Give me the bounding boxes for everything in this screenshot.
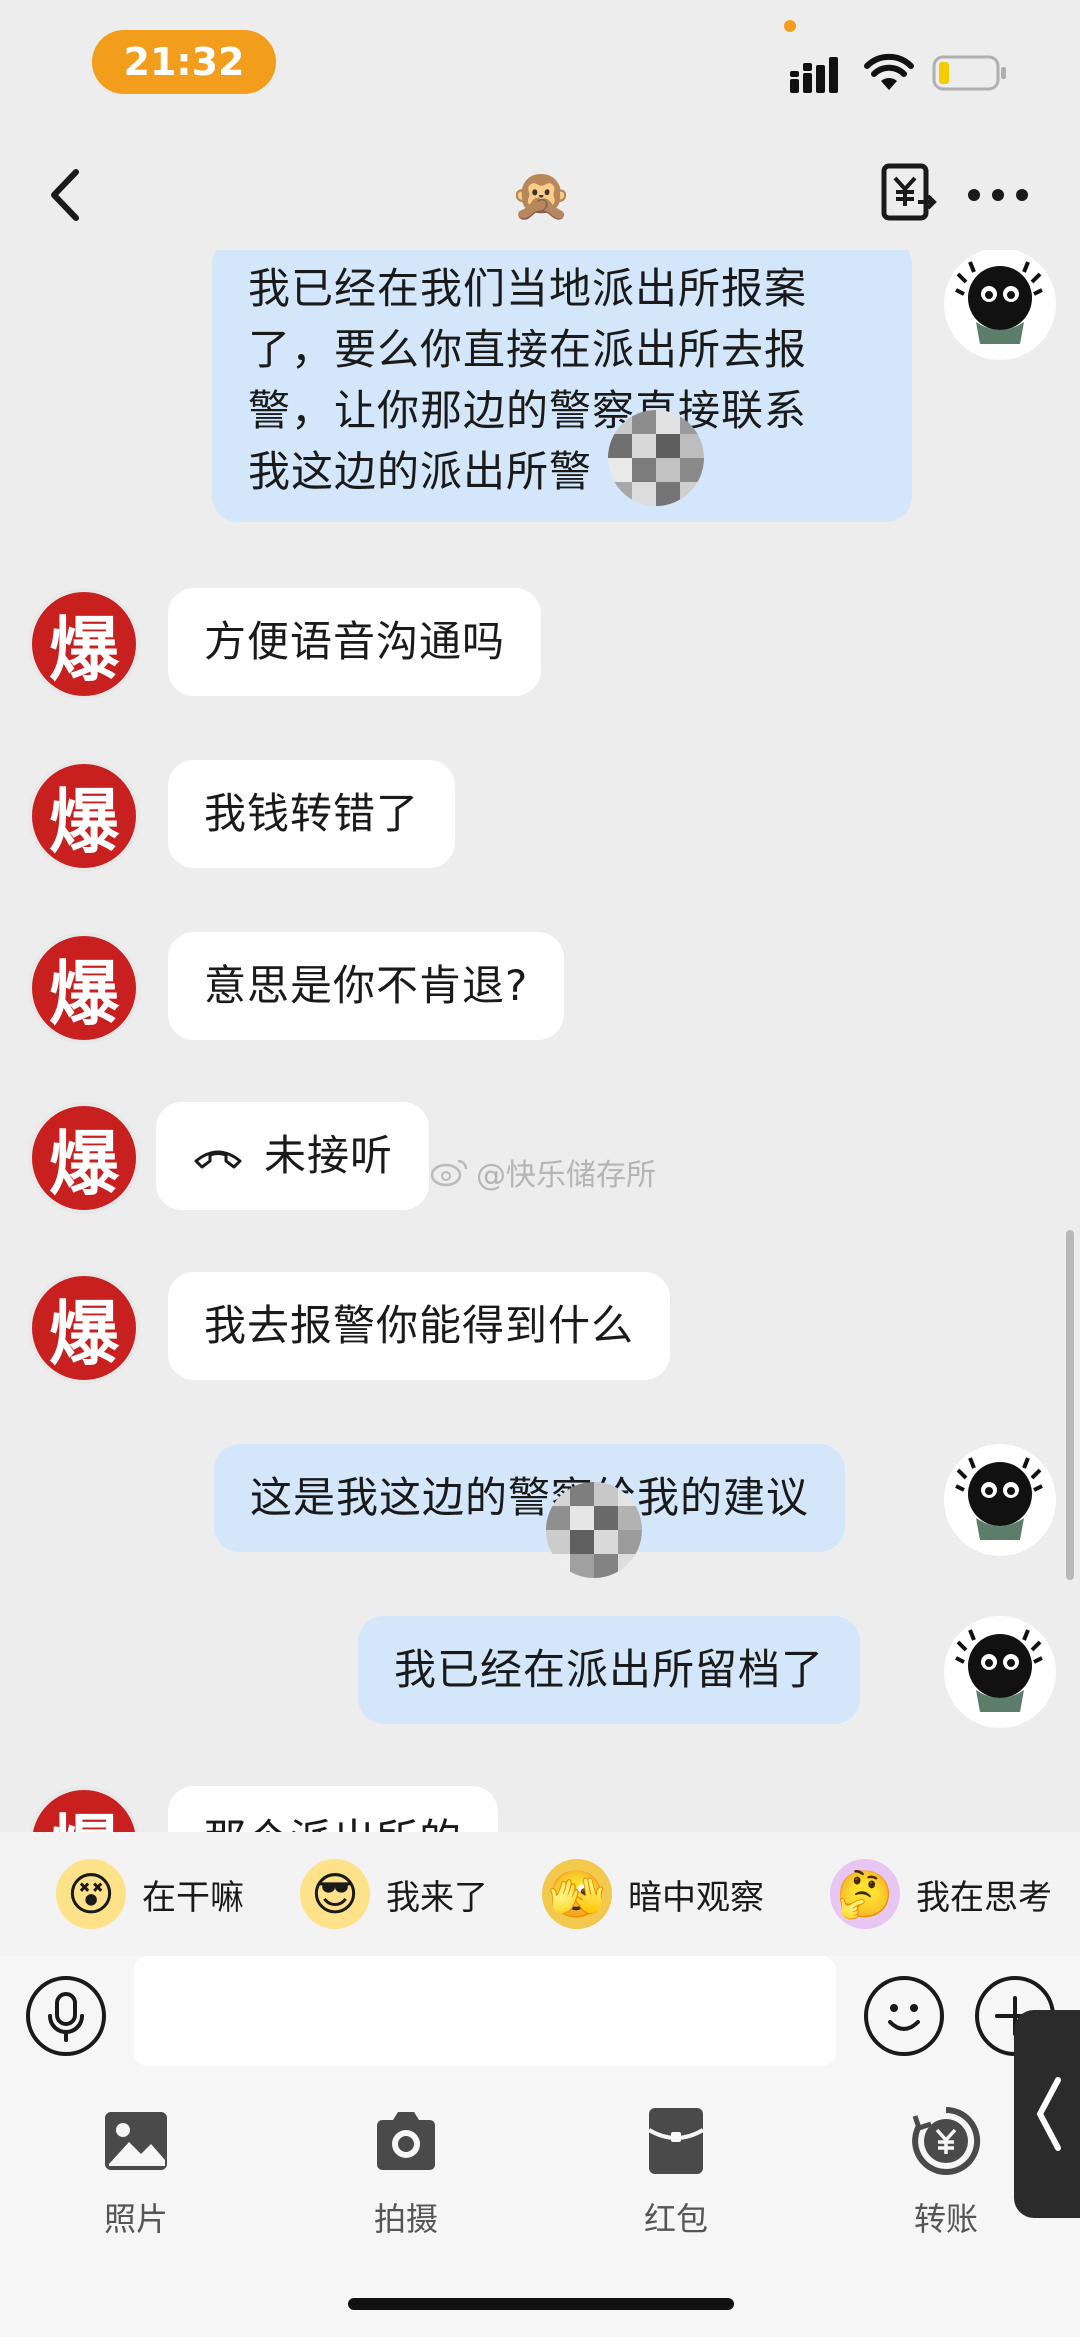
tool-label: 照片 (103, 2200, 168, 2238)
sticker-suggestion[interactable]: 🫣 暗中观察 (542, 1848, 764, 1940)
message-list[interactable]: 我已经在我们当地派出所报案 了，要么你直接在派出所去报 警，让你那边的警察直接联… (0, 250, 1080, 1832)
voice-input-button[interactable] (26, 1976, 106, 2056)
contact-name-emoji: 🙊 (510, 166, 573, 224)
photo-icon (105, 2112, 167, 2170)
sticker-label: 我来了 (386, 1877, 488, 1918)
input-bar (0, 1956, 1080, 2076)
contact-avatar[interactable]: 爆 (28, 1786, 140, 1832)
sticker-label: 暗中观察 (628, 1877, 764, 1918)
message-bubble-outgoing[interactable]: 我已经在我们当地派出所报案 了，要么你直接在派出所去报 警，让你那边的警察直接联… (212, 250, 912, 522)
emoji-button[interactable] (864, 1976, 944, 2056)
smiley-icon (888, 2004, 920, 2031)
weibo-logo-icon (430, 1159, 468, 1187)
tool-camera[interactable]: 拍摄 (326, 2106, 486, 2240)
my-avatar[interactable] (944, 1616, 1056, 1728)
wifi-icon (864, 53, 914, 90)
scrollbar[interactable] (1066, 1230, 1074, 1580)
message-bubble-incoming[interactable]: 我钱转错了 (168, 760, 456, 868)
message-text-line: 了，要么你直接在派出所去报 (248, 325, 808, 374)
watermark-text: @快乐储存所 (476, 1158, 656, 1193)
tool-red-packet[interactable]: 红包 (596, 2106, 756, 2240)
my-avatar[interactable] (944, 1444, 1056, 1556)
sticker-suggestion[interactable]: 😵 在干嘛 (56, 1848, 244, 1940)
dizzy-face-sticker-icon: 😵 (56, 1859, 126, 1929)
chat-header: 🙊 (0, 140, 1080, 250)
message-bubble-outgoing[interactable]: 这是我这边的警察给我的建议 (214, 1444, 846, 1552)
sticker-suggestion[interactable]: 😎 我来了 (300, 1848, 488, 1940)
more-options-icon[interactable] (968, 165, 1028, 225)
tool-transfer[interactable]: 转账 (866, 2106, 1026, 2240)
message-bubble-incoming[interactable]: 那个派出所的 (168, 1786, 499, 1832)
message-bubble-outgoing[interactable]: 我已经在派出所留档了 (358, 1616, 861, 1724)
status-bar: 21:32 (0, 0, 1080, 110)
red-packet-icon (647, 2108, 705, 2174)
signal-icon (790, 57, 838, 93)
phone-hangup-icon (194, 1150, 242, 1169)
sunglasses-face-sticker-icon: 😎 (300, 1859, 370, 1929)
contact-avatar[interactable]: 爆 (28, 760, 140, 872)
missed-call-bubble[interactable]: 未接听 (156, 1102, 430, 1210)
privacy-indicator-dot (784, 20, 796, 32)
chevron-left-icon (1036, 2077, 1061, 2151)
message-text-line: 我已经在我们当地派出所报案 (248, 264, 808, 313)
tool-photo[interactable]: 照片 (56, 2106, 216, 2240)
message-text-line: 我这边的派出所警 (248, 447, 593, 496)
sticker-suggestion[interactable]: 🤔 我在思考 (830, 1848, 1052, 1940)
tool-label: 拍摄 (373, 2200, 438, 2238)
message-bubble-incoming[interactable]: 意思是你不肯退? (168, 932, 565, 1040)
tool-label: 红包 (643, 2200, 708, 2238)
back-chevron-icon[interactable] (36, 160, 96, 230)
contact-avatar[interactable]: 爆 (28, 1272, 140, 1384)
sticker-label: 在干嘛 (142, 1877, 244, 1918)
transfer-icon (912, 2106, 981, 2175)
microphone-icon (48, 1992, 84, 2042)
sticker-suggestions: 😵 在干嘛 😎 我来了 🫣 暗中观察 🤔 我在思考 (0, 1832, 1080, 1956)
message-bubble-incoming[interactable]: 方便语音沟通吗 (168, 588, 542, 696)
status-time: 21:32 (92, 30, 276, 94)
message-input[interactable] (134, 1956, 836, 2066)
yuan-transfer-icon[interactable] (880, 162, 938, 224)
battery-icon (932, 55, 1006, 91)
missed-call-label: 未接听 (264, 1131, 394, 1180)
floating-side-handle[interactable] (1014, 2010, 1080, 2218)
weibo-watermark: @快乐储存所 (430, 1150, 656, 1194)
contact-avatar[interactable]: 爆 (28, 932, 140, 1044)
pixelated-censor (608, 410, 704, 506)
contact-avatar[interactable]: 爆 (28, 1102, 140, 1214)
sticker-label: 我在思考 (916, 1877, 1052, 1918)
thinking-face-sticker-icon: 🤔 (830, 1859, 900, 1929)
message-bubble-incoming[interactable]: 我去报警你能得到什么 (168, 1272, 671, 1380)
home-indicator (348, 2298, 734, 2310)
tool-label: 转账 (913, 2200, 978, 2238)
pixelated-censor (546, 1482, 642, 1578)
peeking-face-sticker-icon: 🫣 (542, 1859, 612, 1929)
my-avatar[interactable] (944, 250, 1056, 360)
message-text-line: 警，让你那边的警察直接联系 (248, 386, 808, 435)
camera-icon (377, 2112, 435, 2170)
contact-avatar[interactable]: 爆 (28, 588, 140, 700)
